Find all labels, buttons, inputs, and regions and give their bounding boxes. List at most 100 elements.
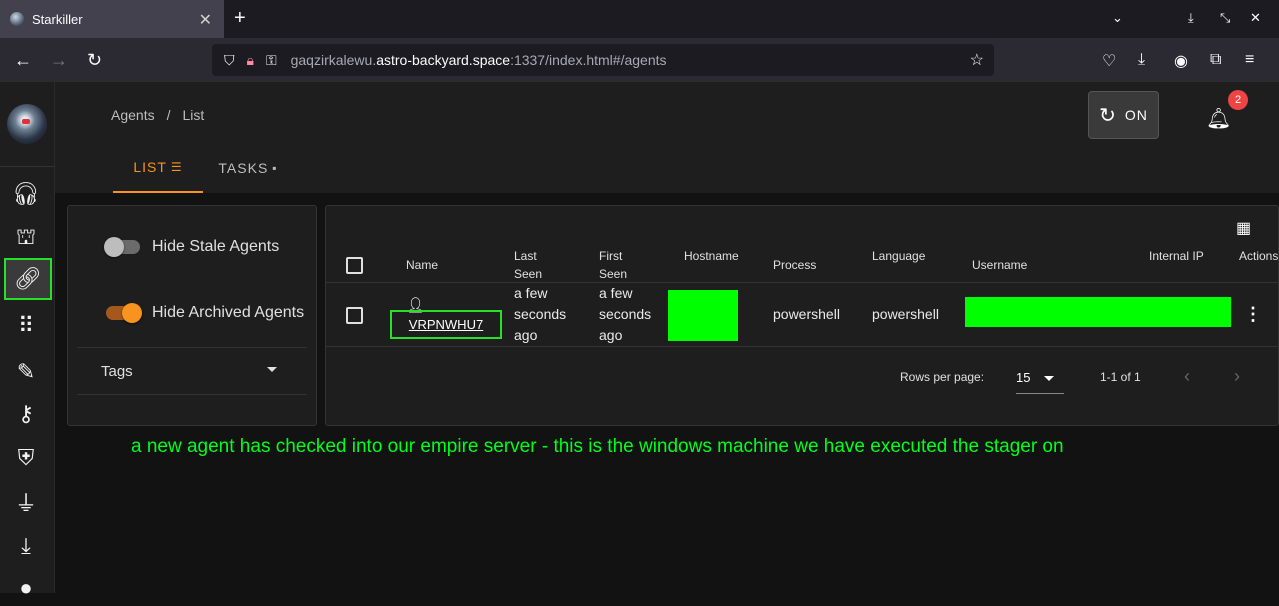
last-seen-line3: ago — [514, 327, 538, 343]
close-window-icon[interactable]: ✕ — [1250, 10, 1261, 26]
col-username[interactable]: Username — [972, 256, 1027, 274]
tab-list[interactable]: LIST ☰ — [113, 142, 203, 193]
starkiller-logo[interactable] — [7, 104, 47, 144]
rows-per-page-dropdown-icon — [1044, 376, 1054, 381]
account-icon[interactable]: ◉ — [1174, 51, 1188, 71]
hide-archived-toggle-row[interactable]: Hide Archived Agents — [104, 303, 304, 323]
agents-link-icon[interactable]: 🔗︎ — [4, 258, 52, 300]
select-all-checkbox[interactable] — [346, 257, 363, 274]
reload-icon[interactable]: ↻ — [87, 50, 102, 71]
lock-icon[interactable]: 🔒︎ — [247, 52, 254, 69]
hide-stale-label: Hide Stale Agents — [152, 238, 280, 255]
credentials-key-icon[interactable]: ⚷ — [8, 396, 44, 432]
extensions-icon[interactable]: ⧉ — [1210, 51, 1221, 69]
modules-grid-icon[interactable]: ⠿ — [8, 308, 44, 344]
close-tab-icon[interactable]: ✕ — [199, 10, 212, 30]
last-seen-line1: a few — [514, 285, 548, 301]
last-seen-line2: seconds — [514, 306, 567, 322]
next-page-icon[interactable]: › — [1234, 366, 1240, 387]
tags-label: Tags — [101, 363, 133, 380]
filters-panel: Hide Stale Agents Hide Archived Agents T… — [67, 205, 317, 426]
list-icon: ☰ — [170, 159, 183, 174]
app-sidebar: 🎧︎ ⛫ 🔗︎ ⠿ ✎ ⚷ ⛨ ⏚ ⤓ ● — [0, 82, 55, 600]
col-actions: Actions — [1239, 249, 1279, 263]
bookmark-star-icon[interactable]: ☆ — [970, 50, 984, 70]
column-selector-icon[interactable]: ▦ — [1236, 218, 1251, 238]
col-first-seen[interactable]: First Seen — [599, 247, 627, 283]
col-internal-ip[interactable]: Internal IP — [1149, 247, 1204, 265]
process-cell: powershell — [773, 306, 840, 322]
browser-tab[interactable]: Starkiller ✕ — [0, 0, 224, 38]
tab-title: Starkiller — [32, 11, 83, 27]
hide-stale-switch[interactable] — [104, 237, 142, 257]
notification-badge: 2 — [1228, 90, 1248, 110]
hide-stale-toggle-row[interactable]: Hide Stale Agents — [104, 237, 279, 257]
row-checkbox[interactable] — [346, 307, 363, 324]
col-name[interactable]: Name — [406, 256, 438, 274]
row-actions-menu-icon[interactable]: ⋮ — [1244, 304, 1262, 325]
sidebar-divider — [0, 166, 55, 167]
permissions-key-icon[interactable]: ⚿ — [266, 52, 277, 69]
last-seen-cell: a few seconds ago — [514, 283, 566, 346]
new-tab-button[interactable]: + — [234, 7, 246, 30]
minimize-icon[interactable]: ⤓ — [1188, 10, 1194, 26]
pagination-range: 1-1 of 1 — [1100, 370, 1141, 384]
col-language[interactable]: Language — [872, 247, 925, 265]
col-process[interactable]: Process — [773, 256, 816, 274]
menu-icon[interactable]: ≡ — [1245, 51, 1254, 69]
address-bar[interactable]: ⛉ 🔒︎ ⚿ gaqzirkalewu.astro-backyard.space… — [212, 44, 994, 76]
downloads-icon[interactable]: ⤓ — [8, 528, 44, 564]
breadcrumb: Agents / List — [111, 107, 204, 123]
agents-tabs: LIST ☰ TASKS ▪ — [113, 142, 293, 193]
plugins-pen-icon[interactable]: ✎ — [8, 354, 44, 390]
notifications-bell-icon[interactable]: 🔔︎ — [1206, 106, 1231, 131]
header-divider — [326, 282, 1278, 283]
plugins-plug-icon[interactable]: ⏚ — [8, 484, 44, 520]
col-first-seen-line1: First — [599, 249, 623, 263]
back-icon[interactable]: ← — [14, 50, 32, 71]
rows-per-page-value: 15 — [1016, 370, 1031, 385]
pocket-icon[interactable]: ♡ — [1102, 51, 1116, 71]
agents-table: ▦ Name Last Seen First Seen Hostname Pro… — [325, 205, 1279, 426]
tags-select[interactable]: Tags — [77, 347, 307, 395]
tasks-icon: ▪ — [272, 160, 278, 175]
rows-per-page-label: Rows per page: — [900, 370, 985, 384]
breadcrumb-list: List — [182, 107, 205, 123]
hide-archived-label: Hide Archived Agents — [152, 304, 305, 321]
shield-icon[interactable]: ⛉ — [224, 52, 235, 69]
tab-tasks[interactable]: TASKS ▪ — [203, 142, 293, 193]
autorefresh-on-button[interactable]: ↻ ON — [1088, 91, 1159, 139]
col-first-seen-line2: Seen — [599, 267, 628, 281]
listeners-headphones-icon[interactable]: 🎧︎ — [8, 176, 44, 212]
refresh-icon: ↻ — [1099, 104, 1117, 127]
username-ip-redaction — [965, 297, 1231, 327]
hide-archived-switch[interactable] — [104, 303, 142, 323]
browser-nav-bar: ← → ↻ ⛉ 🔒︎ ⚿ gaqzirkalewu.astro-backyard… — [0, 38, 1279, 82]
first-seen-line1: a few — [599, 285, 633, 301]
users-icon[interactable]: ● — [8, 570, 44, 606]
on-label: ON — [1124, 107, 1148, 123]
forward-icon[interactable]: → — [50, 50, 68, 71]
first-seen-line3: ago — [599, 327, 623, 343]
col-last-seen[interactable]: Last Seen — [514, 247, 542, 283]
rows-per-page-select[interactable]: 15 — [1016, 366, 1064, 394]
prev-page-icon[interactable]: ‹ — [1184, 366, 1190, 387]
first-seen-cell: a few seconds ago — [599, 283, 651, 346]
stagers-briefcase-icon[interactable]: ⛫ — [8, 220, 44, 256]
col-hostname[interactable]: Hostname — [684, 247, 739, 265]
col-last-seen-line2: Seen — [514, 267, 543, 281]
row-divider — [326, 346, 1278, 347]
tab-list-label: LIST — [133, 158, 167, 175]
downloads-icon[interactable]: ⤓ — [1138, 51, 1145, 69]
agent-name-link[interactable]: VRPNWHU7 — [390, 310, 502, 339]
starkiller-favicon-icon — [10, 12, 24, 26]
tags-dropdown-icon — [267, 367, 277, 372]
restore-icon[interactable]: ⤡ — [1220, 10, 1230, 26]
url-text[interactable]: gaqzirkalewu.astro-backyard.space:1337/i… — [291, 52, 667, 68]
malleable-shield-icon[interactable]: ⛨ — [8, 440, 44, 476]
list-all-tabs-icon[interactable]: ⌄ — [1112, 10, 1123, 26]
annotation-caption: a new agent has checked into our empire … — [131, 436, 1064, 457]
col-last-seen-line1: Last — [514, 249, 537, 263]
breadcrumb-agents[interactable]: Agents — [111, 107, 155, 123]
hostname-redaction — [668, 290, 738, 341]
